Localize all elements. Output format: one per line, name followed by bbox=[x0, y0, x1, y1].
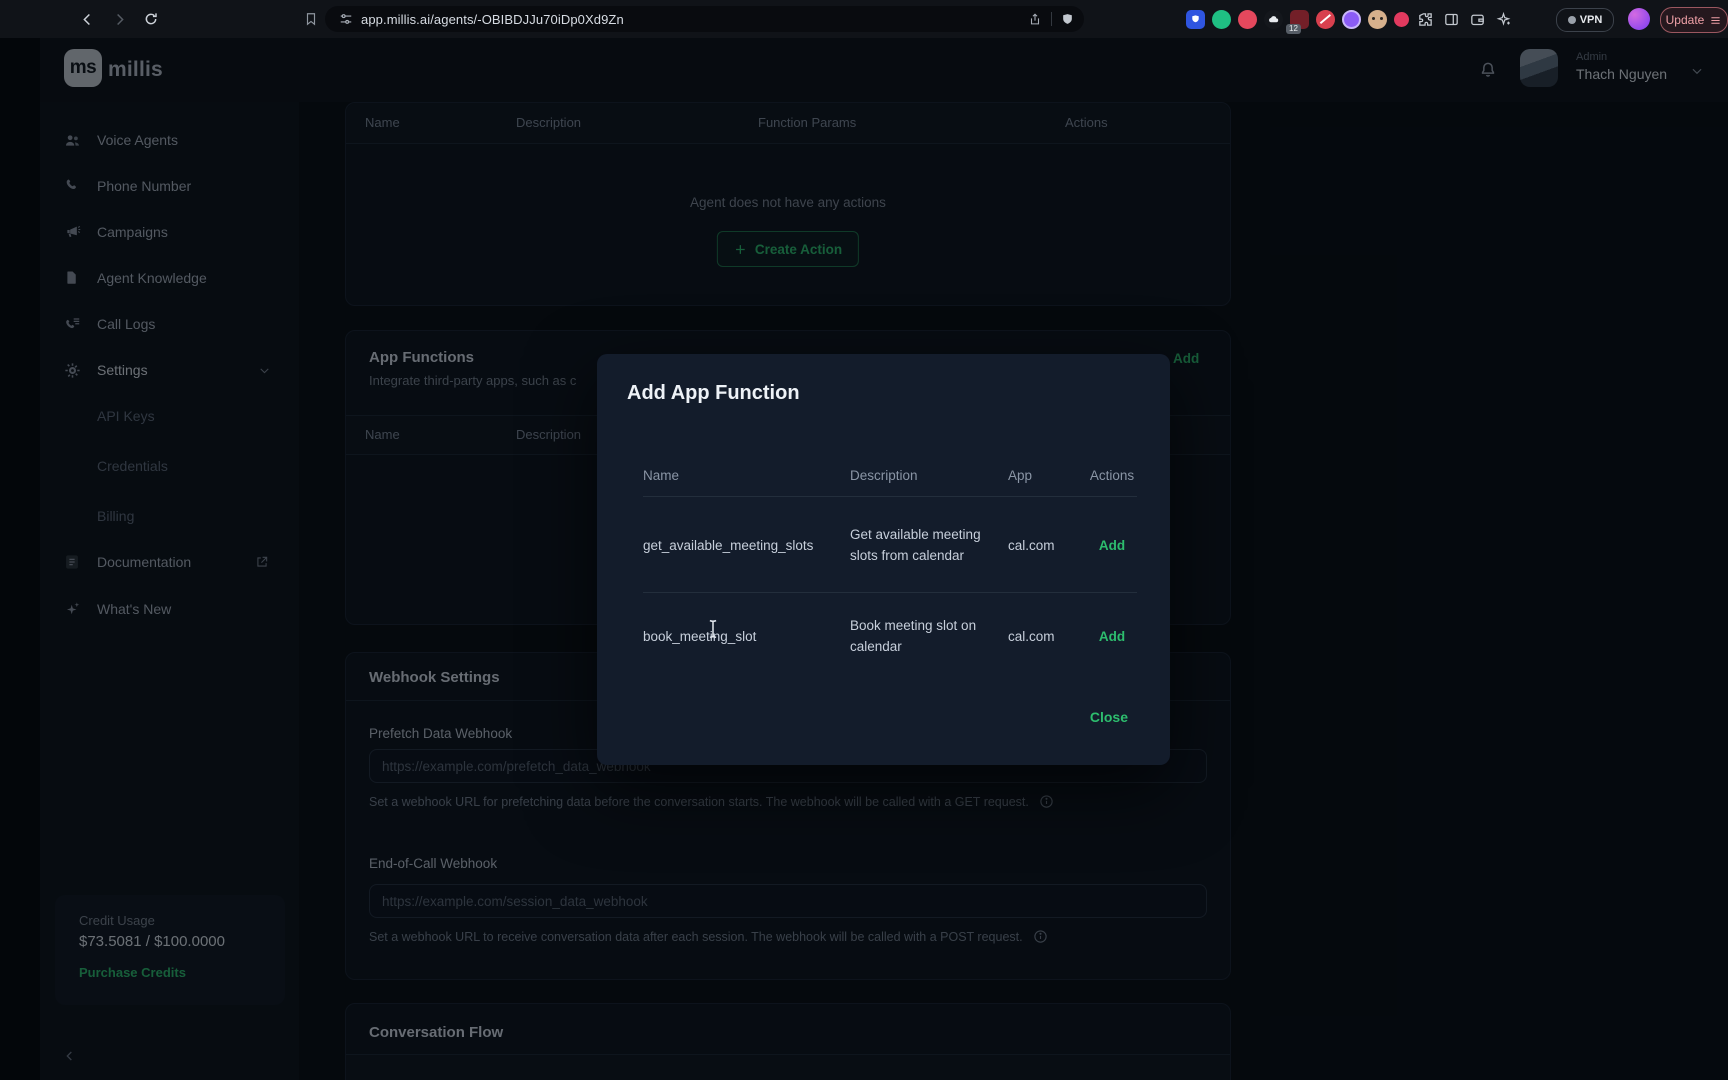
screen: app.millis.ai/agents/-OBIBDJJu70iDp0Xd9Z… bbox=[0, 0, 1728, 1080]
browser-toolbar: app.millis.ai/agents/-OBIBDJJu70iDp0Xd9Z… bbox=[0, 0, 1728, 38]
column-header: Name bbox=[643, 468, 850, 483]
function-app: cal.com bbox=[1008, 538, 1087, 553]
function-description: Book meeting slot on calendar bbox=[850, 615, 1008, 657]
reload-icon[interactable] bbox=[138, 6, 164, 32]
share-icon[interactable] bbox=[1028, 12, 1042, 27]
leo-ai-icon[interactable] bbox=[1494, 10, 1513, 29]
url-text: app.millis.ai/agents/-OBIBDJJu70iDp0Xd9Z… bbox=[361, 12, 624, 27]
ext-cloud-icon[interactable] bbox=[1264, 10, 1283, 29]
function-name: book_meeting_slot bbox=[643, 629, 850, 644]
modal-table-header: Name Description App Actions bbox=[643, 454, 1137, 496]
forward-icon[interactable] bbox=[106, 6, 132, 32]
function-name: get_available_meeting_slots bbox=[643, 538, 850, 553]
update-label: Update bbox=[1666, 13, 1705, 27]
add-function-button[interactable]: Add bbox=[1099, 538, 1125, 553]
function-app: cal.com bbox=[1008, 629, 1087, 644]
text-cursor bbox=[706, 618, 720, 640]
add-function-button[interactable]: Add bbox=[1099, 629, 1125, 644]
sidebar-toggle-icon[interactable] bbox=[1442, 10, 1461, 29]
menu-icon bbox=[1709, 15, 1722, 26]
puzzle-icon[interactable] bbox=[1416, 10, 1435, 29]
ext-red-circle-icon[interactable] bbox=[1238, 10, 1257, 29]
ext-shield-blue-icon[interactable] bbox=[1186, 10, 1205, 29]
ext-pink-dot-icon[interactable] bbox=[1394, 12, 1409, 27]
browser-profile-avatar[interactable] bbox=[1628, 8, 1650, 30]
ext-badge-count: 12 bbox=[1286, 24, 1301, 34]
column-header: App bbox=[1008, 468, 1087, 483]
modal-title: Add App Function bbox=[627, 382, 800, 405]
add-app-function-modal: Add App Function Name Description App Ac… bbox=[597, 354, 1170, 765]
bookmark-icon[interactable] bbox=[298, 6, 324, 32]
separator bbox=[1051, 12, 1052, 26]
ext-purple-circle-icon[interactable] bbox=[1342, 10, 1361, 29]
ext-blocked-icon[interactable] bbox=[1316, 10, 1335, 29]
extensions-row: 12 bbox=[1186, 0, 1513, 38]
close-button[interactable]: Close bbox=[1090, 709, 1128, 725]
wallet-icon[interactable] bbox=[1468, 10, 1487, 29]
brave-shield-icon[interactable] bbox=[1061, 12, 1074, 27]
site-settings-icon[interactable] bbox=[339, 12, 353, 26]
ext-face-circle-icon[interactable] bbox=[1368, 10, 1387, 29]
vpn-button[interactable]: VPN bbox=[1556, 8, 1614, 32]
back-icon[interactable] bbox=[74, 6, 100, 32]
table-row: get_available_meeting_slots Get availabl… bbox=[643, 496, 1137, 593]
column-header: Description bbox=[850, 465, 1008, 486]
update-button[interactable]: Update bbox=[1660, 7, 1728, 33]
url-bar[interactable]: app.millis.ai/agents/-OBIBDJJu70iDp0Xd9Z… bbox=[325, 6, 1084, 32]
function-description: Get available meeting slots from calenda… bbox=[850, 524, 1008, 566]
column-header: Actions bbox=[1087, 468, 1137, 483]
vpn-dot-icon bbox=[1568, 16, 1576, 24]
ext-green-circle-icon[interactable] bbox=[1212, 10, 1231, 29]
ext-badge-12-icon[interactable]: 12 bbox=[1290, 10, 1309, 29]
vpn-label: VPN bbox=[1580, 14, 1603, 26]
